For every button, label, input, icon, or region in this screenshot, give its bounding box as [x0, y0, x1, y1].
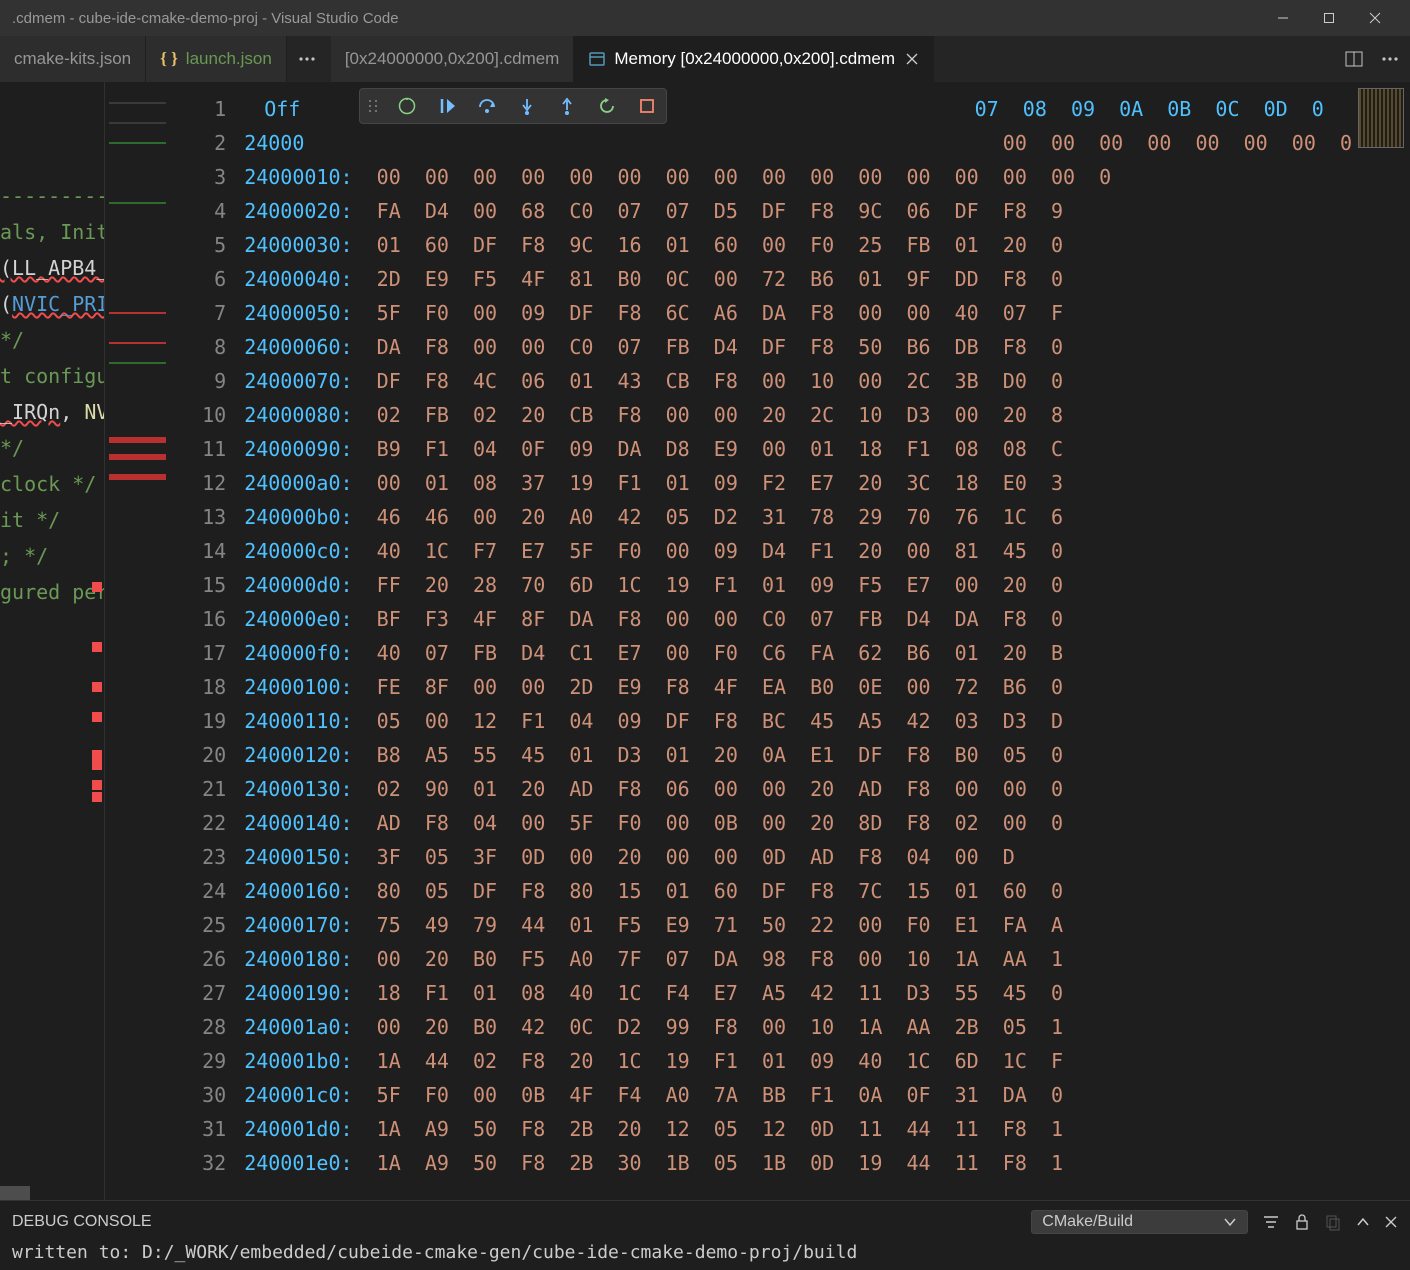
debug-console-tab[interactable]: DEBUG CONSOLE [12, 1213, 152, 1231]
console-output-line: written to: D:/_WORK/embedded/cubeide-cm… [0, 1242, 1410, 1270]
close-button[interactable] [1352, 0, 1398, 36]
tab-label: [0x24000000,0x200].cdmem [345, 49, 560, 69]
pause-button[interactable] [436, 95, 458, 117]
lock-icon[interactable] [1294, 1213, 1310, 1231]
memory-content[interactable]: Off 07 08 09 0A 0B 0C 0D 024000 00 00 00… [244, 82, 1352, 1200]
tab-memory-cdmem[interactable]: Memory [0x24000000,0x200].cdmem [574, 36, 934, 82]
error-overview-ruler [92, 82, 102, 1200]
memory-overview-ruler[interactable] [1352, 82, 1410, 1200]
minimap[interactable] [104, 82, 174, 1200]
source-editor-pane[interactable]: ---------------------------als, Initiali… [0, 82, 174, 1200]
tabbar: cmake-kits.json { } launch.json [0x24000… [0, 36, 1410, 82]
stop-button[interactable] [636, 95, 658, 117]
debug-toolbar [359, 88, 667, 124]
task-selector[interactable]: CMake/Build [1031, 1210, 1248, 1234]
tab-cmake-kits[interactable]: cmake-kits.json [0, 36, 146, 82]
minimize-button[interactable] [1260, 0, 1306, 36]
close-panel-icon[interactable] [1384, 1215, 1398, 1229]
step-into-button[interactable] [516, 95, 538, 117]
tab-label: Memory [0x24000000,0x200].cdmem [614, 49, 895, 69]
continue-button[interactable] [396, 95, 418, 117]
restart-button[interactable] [596, 95, 618, 117]
tab-label: cmake-kits.json [14, 49, 131, 69]
line-number-gutter: 1234567891011121314151617181920212223242… [174, 82, 244, 1200]
maximize-button[interactable] [1306, 0, 1352, 36]
horizontal-scrollbar[interactable] [0, 1186, 30, 1200]
tab-overflow-button[interactable] [287, 36, 327, 82]
filter-icon[interactable] [1262, 1213, 1280, 1231]
window-title: .cdmem - cube-ide-cmake-demo-proj - Visu… [12, 10, 1260, 27]
chevron-up-icon[interactable] [1356, 1215, 1370, 1229]
tab-launch-json[interactable]: { } launch.json [146, 36, 287, 82]
json-icon: { } [160, 49, 178, 69]
tab-cdmem-preview[interactable]: [0x24000000,0x200].cdmem [331, 36, 575, 82]
panel-header: DEBUG CONSOLE CMake/Build [0, 1200, 1410, 1242]
split-editor-button[interactable] [1344, 49, 1364, 69]
task-label: CMake/Build [1042, 1213, 1133, 1231]
step-out-button[interactable] [556, 95, 578, 117]
step-over-button[interactable] [476, 95, 498, 117]
tab-label: launch.json [186, 49, 272, 69]
chevron-down-icon [1223, 1215, 1237, 1229]
titlebar: .cdmem - cube-ide-cmake-demo-proj - Visu… [0, 0, 1410, 36]
close-icon[interactable] [905, 52, 919, 66]
memory-view-pane[interactable]: 1234567891011121314151617181920212223242… [174, 82, 1410, 1200]
preview-icon [588, 50, 606, 68]
clear-icon[interactable] [1324, 1213, 1342, 1231]
drag-handle-icon[interactable] [368, 98, 378, 114]
more-actions-button[interactable] [1380, 49, 1400, 69]
